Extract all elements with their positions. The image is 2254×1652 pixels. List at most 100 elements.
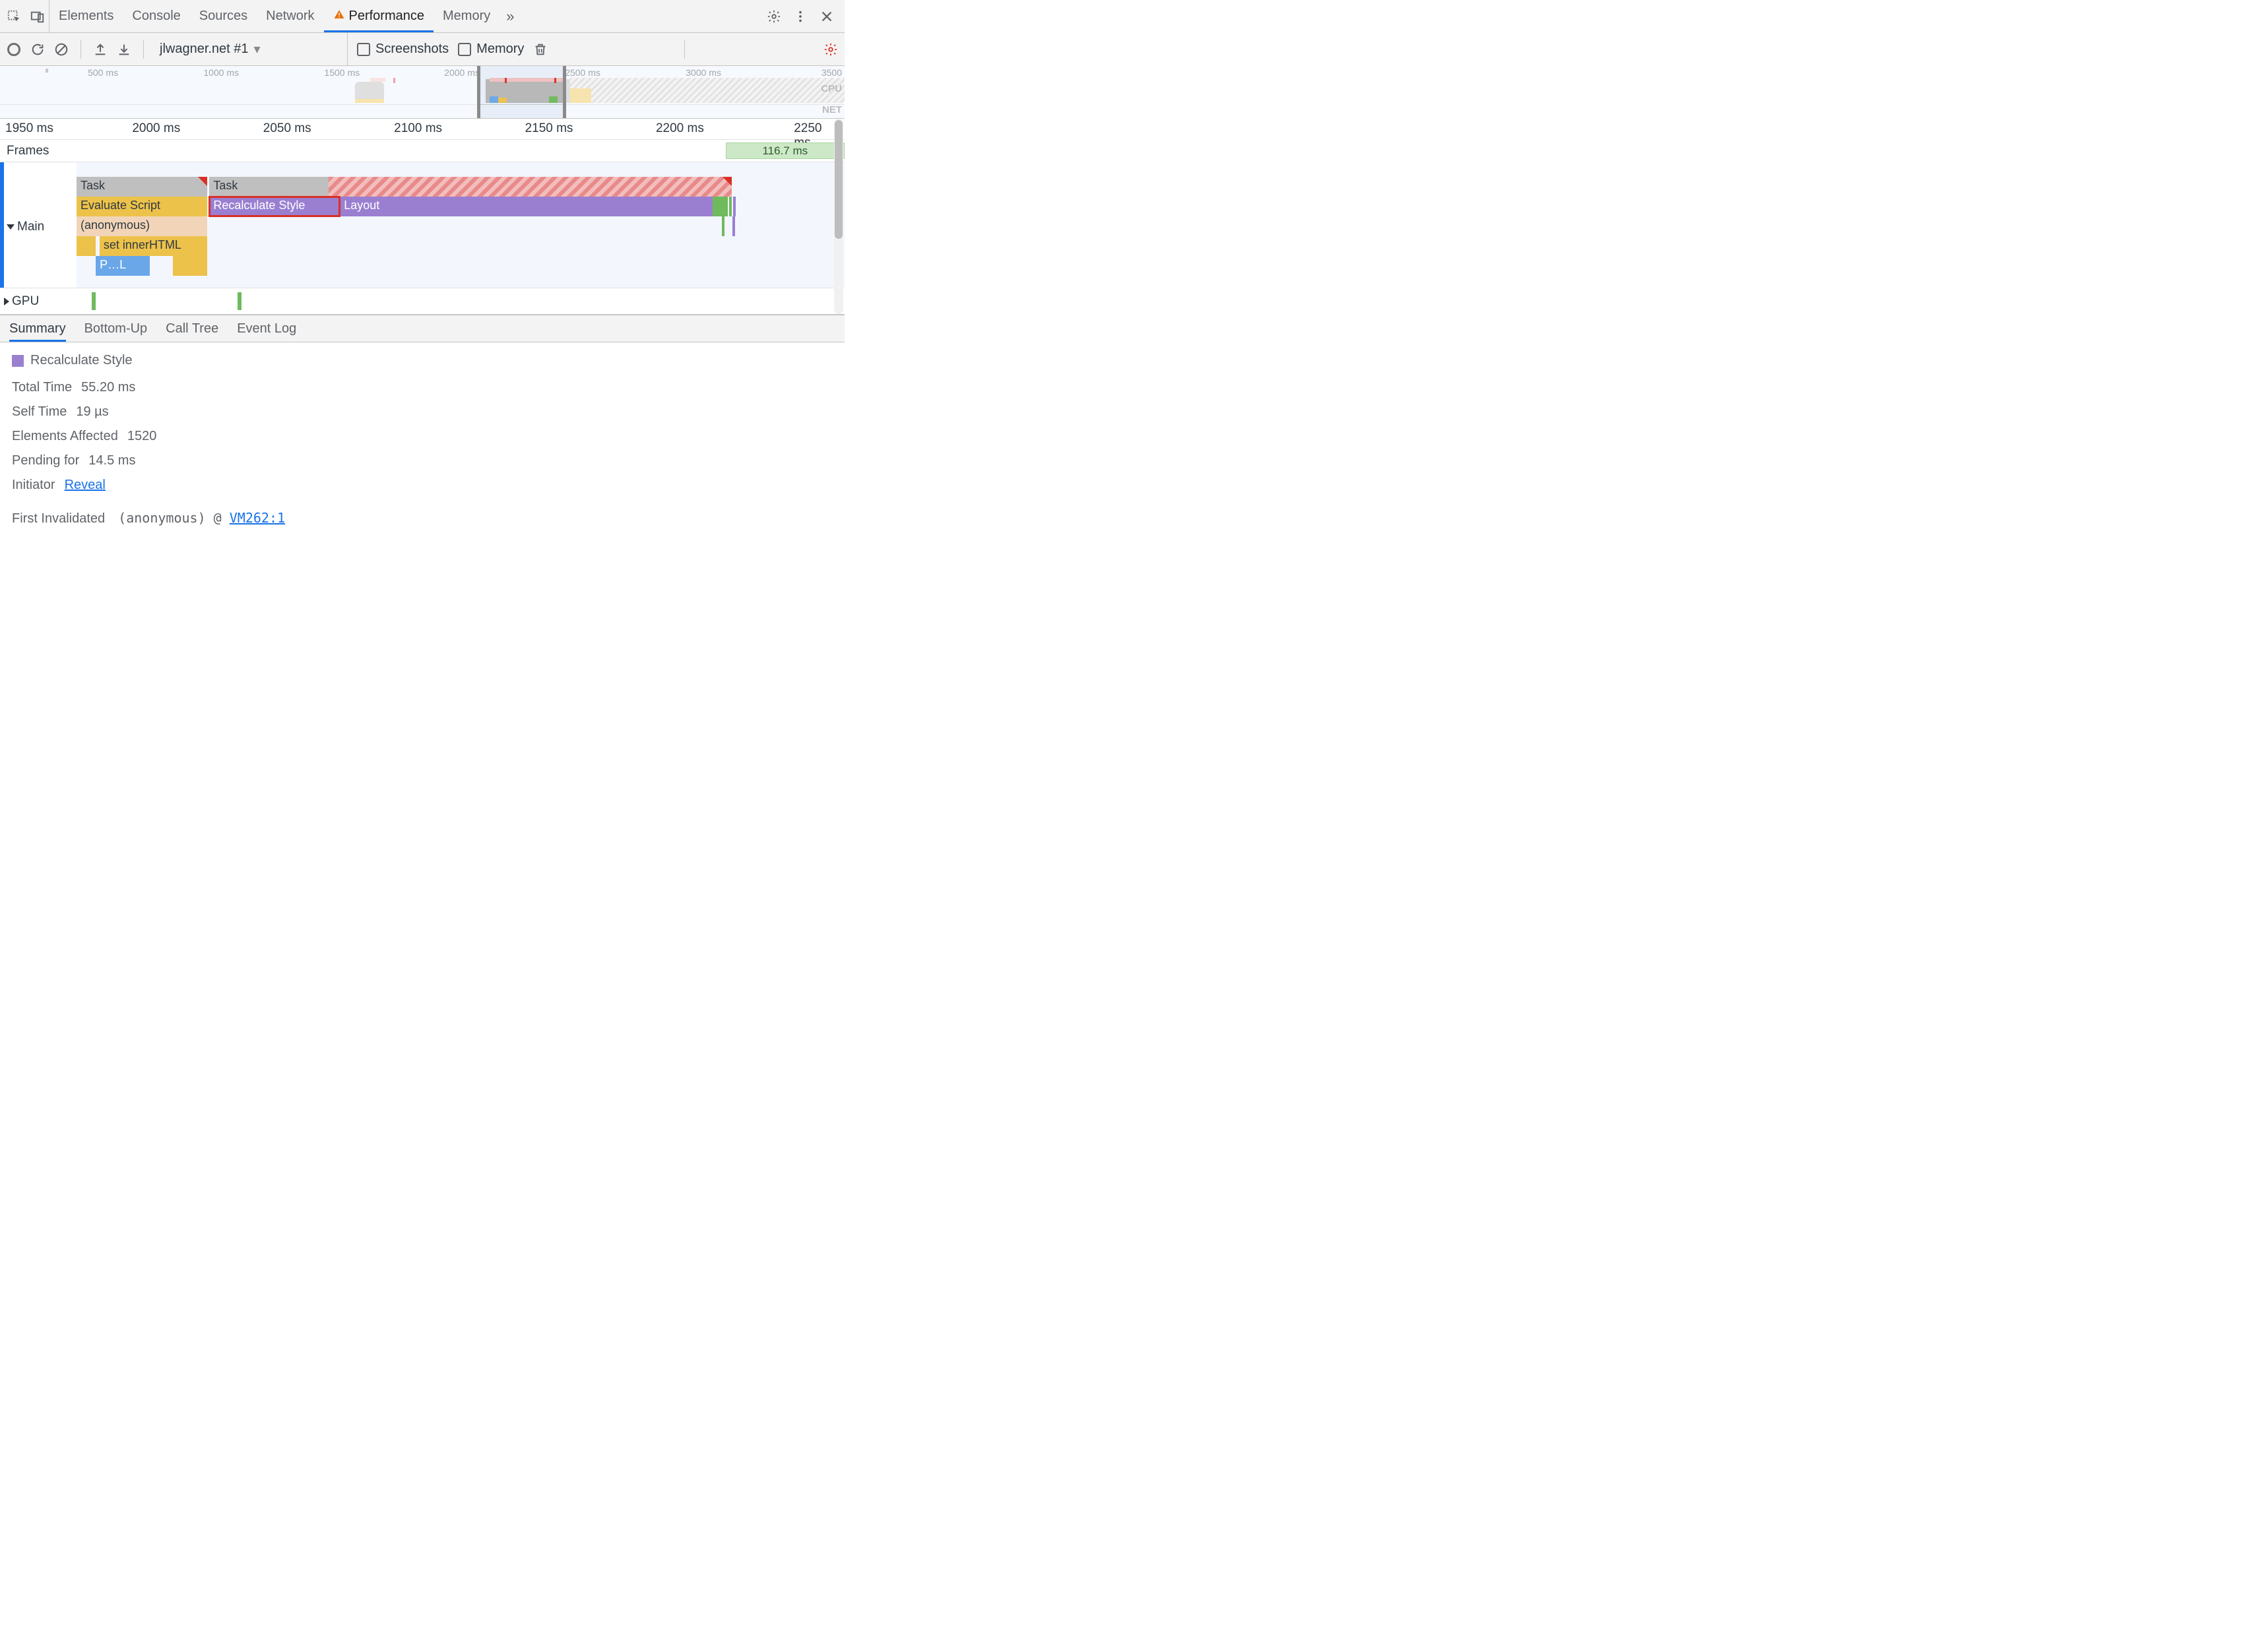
download-profile-icon[interactable] xyxy=(117,42,131,57)
screenshots-checkbox[interactable]: Screenshots xyxy=(357,42,449,57)
ruler-label: 2000 ms xyxy=(132,121,180,136)
flame-bar-thin[interactable] xyxy=(722,216,724,236)
main-track: Main Task Task Evaluate Script Recalcula… xyxy=(0,162,845,288)
toolbar-checks: Screenshots Memory xyxy=(347,33,548,65)
btab-event-log[interactable]: Event Log xyxy=(237,315,296,342)
warning-icon xyxy=(333,9,345,24)
frame-chip[interactable]: 116.7 ms xyxy=(726,143,845,159)
flame-bar-yellow[interactable] xyxy=(173,256,207,276)
recording-select-value: jlwagner.net #1 xyxy=(160,42,249,57)
overview-selection[interactable] xyxy=(477,66,565,118)
btab-call-tree[interactable]: Call Tree xyxy=(166,315,218,342)
ruler-label: 2050 ms xyxy=(263,121,311,136)
memory-checkbox[interactable]: Memory xyxy=(458,42,524,57)
ruler-label: 1950 ms xyxy=(5,121,53,136)
flame-bar-thin[interactable] xyxy=(732,216,735,236)
device-toolbar-icon[interactable] xyxy=(30,9,45,24)
summary-value: 19 µs xyxy=(76,404,108,420)
summary-key: Elements Affected xyxy=(12,429,118,444)
tabs-overflow-button[interactable]: » xyxy=(499,8,518,25)
overview-mask-left xyxy=(0,66,477,118)
ruler-label: 2150 ms xyxy=(525,121,573,136)
flame-bar-green[interactable] xyxy=(713,197,728,216)
initiator-reveal-link[interactable]: Reveal xyxy=(65,478,106,493)
details-tabs: Summary Bottom-Up Call Tree Event Log xyxy=(0,315,845,342)
summary-key: Total Time xyxy=(12,380,72,395)
checkbox-icon xyxy=(458,43,471,56)
summary-key: Self Time xyxy=(12,404,67,420)
memory-label: Memory xyxy=(476,42,524,57)
summary-key: First Invalidated xyxy=(12,511,105,526)
btab-summary[interactable]: Summary xyxy=(9,315,66,342)
first-invalidated-value: (anonymous) @ VM262:1 xyxy=(118,510,285,526)
summary-value: 1520 xyxy=(127,429,157,444)
flame-chart: 1950 ms 2000 ms 2050 ms 2100 ms 2150 ms … xyxy=(0,119,845,315)
flame-bar-long-task[interactable] xyxy=(329,177,732,197)
time-ruler[interactable]: 1950 ms 2000 ms 2050 ms 2100 ms 2150 ms … xyxy=(0,119,845,140)
gpu-event[interactable] xyxy=(238,292,242,310)
gpu-track: GPU xyxy=(0,288,845,315)
kebab-menu-icon[interactable] xyxy=(793,9,808,24)
performance-toolbar: jlwagner.net #1 ▾ Screenshots Memory xyxy=(0,33,845,66)
record-button[interactable] xyxy=(7,42,21,57)
flame-bar-recalculate-style[interactable]: Recalculate Style xyxy=(209,197,340,216)
timeline-overview[interactable]: 500 ms 1000 ms 1500 ms 2000 ms 2500 ms 3… xyxy=(0,66,845,119)
frames-track: Frames 116.7 ms xyxy=(0,140,845,162)
inspect-element-icon[interactable] xyxy=(7,9,21,24)
trash-icon[interactable] xyxy=(533,42,548,57)
devtools-tabs-bar: Elements Console Sources Network Perform… xyxy=(0,0,845,33)
main-flame-track[interactable]: Task Task Evaluate Script Recalculate St… xyxy=(77,162,845,288)
first-inv-location-link[interactable]: VM262:1 xyxy=(230,510,285,526)
caret-down-icon: ▾ xyxy=(254,41,261,57)
gpu-label: GPU xyxy=(12,294,39,309)
first-inv-fn: (anonymous) xyxy=(118,510,205,526)
flame-bar-task[interactable]: Task xyxy=(209,177,328,197)
summary-key: Pending for xyxy=(12,453,79,468)
btab-bottom-up[interactable]: Bottom-Up xyxy=(84,315,148,342)
divider xyxy=(684,40,685,59)
flame-bar-yellow[interactable] xyxy=(77,236,96,256)
capture-settings-gear-icon[interactable] xyxy=(823,42,838,57)
frames-header[interactable]: Frames xyxy=(0,144,77,158)
tab-sources[interactable]: Sources xyxy=(190,0,257,32)
tab-network[interactable]: Network xyxy=(257,0,323,32)
flame-bar-set-innerhtml[interactable]: set innerHTML xyxy=(100,236,207,256)
close-devtools-icon[interactable] xyxy=(820,9,834,24)
divider xyxy=(80,40,81,59)
summary-swatch xyxy=(12,355,24,367)
gpu-header[interactable]: GPU xyxy=(0,294,77,309)
summary-value: 55.20 ms xyxy=(81,380,135,395)
divider xyxy=(143,40,144,59)
overview-mask-right xyxy=(566,66,845,118)
flame-bar-thin[interactable] xyxy=(733,197,736,216)
flame-scrollbar[interactable] xyxy=(834,119,843,314)
ruler-label: 2200 ms xyxy=(656,121,704,136)
flame-bar-evaluate-script[interactable]: Evaluate Script xyxy=(77,197,207,216)
first-inv-at: @ xyxy=(214,510,222,526)
disclosure-triangle-icon xyxy=(7,224,15,230)
recording-select[interactable]: jlwagner.net #1 ▾ xyxy=(160,41,338,57)
summary-title: Recalculate Style xyxy=(12,353,833,368)
settings-gear-icon[interactable] xyxy=(767,9,781,24)
tab-memory[interactable]: Memory xyxy=(434,0,499,32)
flame-bar-task[interactable]: Task xyxy=(77,177,207,197)
tab-performance[interactable]: Performance xyxy=(324,0,434,32)
tab-console[interactable]: Console xyxy=(123,0,189,32)
clear-icon[interactable] xyxy=(54,42,69,57)
summary-title-text: Recalculate Style xyxy=(30,353,133,368)
disclosure-triangle-icon xyxy=(4,298,9,305)
scrollbar-thumb[interactable] xyxy=(835,120,843,239)
summary-panel: Recalculate Style Total Time 55.20 ms Sel… xyxy=(0,342,845,542)
tab-elements[interactable]: Elements xyxy=(49,0,123,32)
main-header[interactable]: Main xyxy=(0,162,77,288)
inspect-tools xyxy=(0,0,49,32)
checkbox-icon xyxy=(357,43,370,56)
flame-bar-layout[interactable]: Layout xyxy=(340,197,713,216)
flame-bar-thin[interactable] xyxy=(729,197,732,216)
reload-record-icon[interactable] xyxy=(30,42,45,57)
tab-performance-label: Performance xyxy=(349,9,425,24)
upload-profile-icon[interactable] xyxy=(93,42,108,57)
flame-bar-partial[interactable]: P…L xyxy=(96,256,149,276)
gpu-event[interactable] xyxy=(92,292,96,310)
flame-bar-anonymous[interactable]: (anonymous) xyxy=(77,216,207,236)
